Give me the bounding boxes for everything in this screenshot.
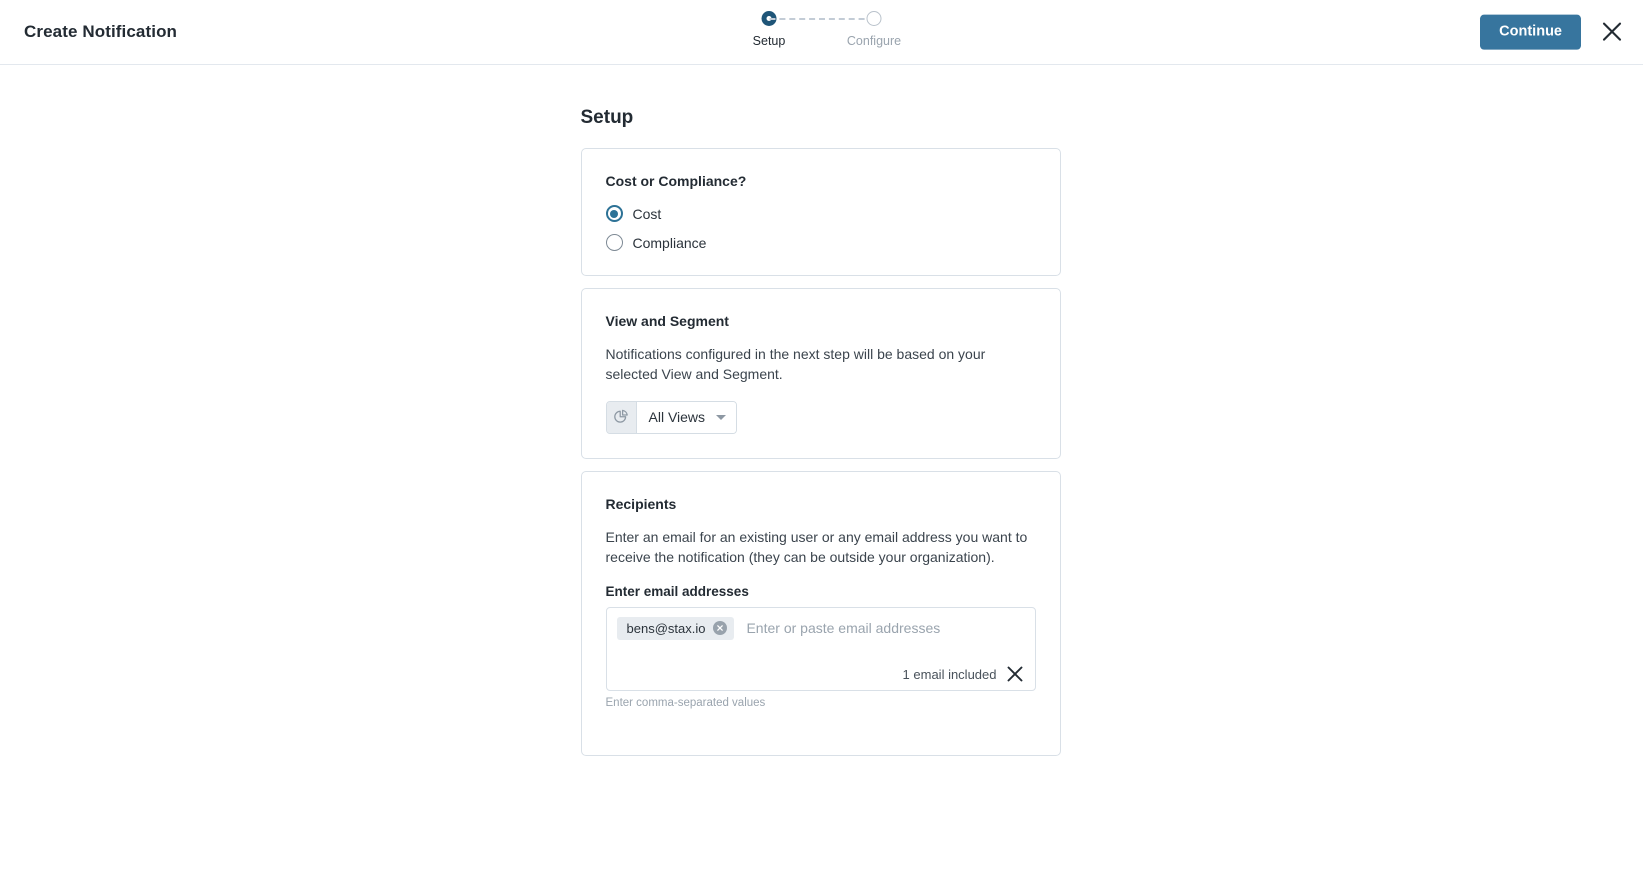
cost-or-compliance-title: Cost or Compliance? [605, 173, 747, 189]
radio-cost-icon[interactable] [605, 205, 623, 222]
remove-token-icon[interactable] [713, 621, 728, 635]
stepper-connector-line [769, 17, 874, 20]
app-header: Create Notification Setup Configure Cont… [0, 0, 1643, 65]
email-field-hint: Enter comma-separated values [605, 696, 766, 709]
email-count-text: 1 email included [902, 666, 997, 682]
close-icon [1602, 22, 1622, 42]
email-tokens-input[interactable]: bens@stax.io Enter or paste email addres… [605, 606, 1036, 691]
card-recipients: Recipients Enter an email for an existin… [580, 470, 1061, 756]
page-title: Create Notification [24, 22, 178, 41]
view-select-value: All Views [648, 409, 706, 426]
close-button[interactable] [1599, 19, 1625, 45]
view-and-segment-title: View and Segment [605, 313, 729, 329]
setup-column: Setup Cost or Compliance? Cost Complianc… [580, 65, 1061, 756]
token-x-glyph [717, 625, 724, 631]
email-token[interactable]: bens@stax.io [616, 616, 735, 640]
radio-option-cost[interactable]: Cost [605, 205, 1036, 222]
recipients-description: Enter an email for an existing user or a… [605, 528, 1028, 565]
card-cost-or-compliance: Cost or Compliance? Cost Compliance [580, 148, 1061, 276]
card-view-and-segment: View and Segment Notifications configure… [580, 288, 1061, 459]
recipients-title: Recipients [605, 495, 677, 512]
view-select-dropdown[interactable]: All Views [605, 400, 738, 434]
view-select-icon-slot [606, 401, 637, 433]
stepper-label-setup: Setup [752, 34, 786, 48]
radio-option-compliance[interactable]: Compliance [605, 234, 1036, 251]
email-input-placeholder[interactable]: Enter or paste email addresses [742, 620, 1024, 636]
clear-all-button[interactable] [1006, 665, 1025, 684]
email-field-label: Enter email addresses [605, 583, 749, 599]
email-token-row: bens@stax.io Enter or paste email addres… [616, 616, 1025, 640]
radio-compliance-icon[interactable] [605, 234, 623, 251]
wizard-stepper: Setup Configure [753, 8, 901, 48]
continue-button[interactable]: Continue [1480, 14, 1581, 50]
step-dot-wrap-configure [866, 8, 882, 28]
pie-chart-icon [614, 410, 628, 423]
chevron-down-icon [716, 414, 727, 420]
email-input-footer: 1 email included [903, 665, 1025, 684]
step-inactive-dot-icon [866, 10, 882, 26]
view-and-segment-description: Notifications configured in the next ste… [605, 346, 986, 382]
view-select-value-slot[interactable]: All Views [636, 401, 737, 433]
stepper-label-configure: Configure [846, 34, 902, 48]
radio-cost-label: Cost [632, 205, 662, 222]
setup-heading: Setup [580, 107, 634, 128]
email-token-value: bens@stax.io [626, 620, 706, 636]
main-content: Setup Cost or Compliance? Cost Complianc… [0, 65, 1643, 890]
clear-all-icon [1007, 666, 1023, 682]
header-actions: Continue [1480, 14, 1625, 50]
radio-compliance-label: Compliance [632, 234, 707, 251]
